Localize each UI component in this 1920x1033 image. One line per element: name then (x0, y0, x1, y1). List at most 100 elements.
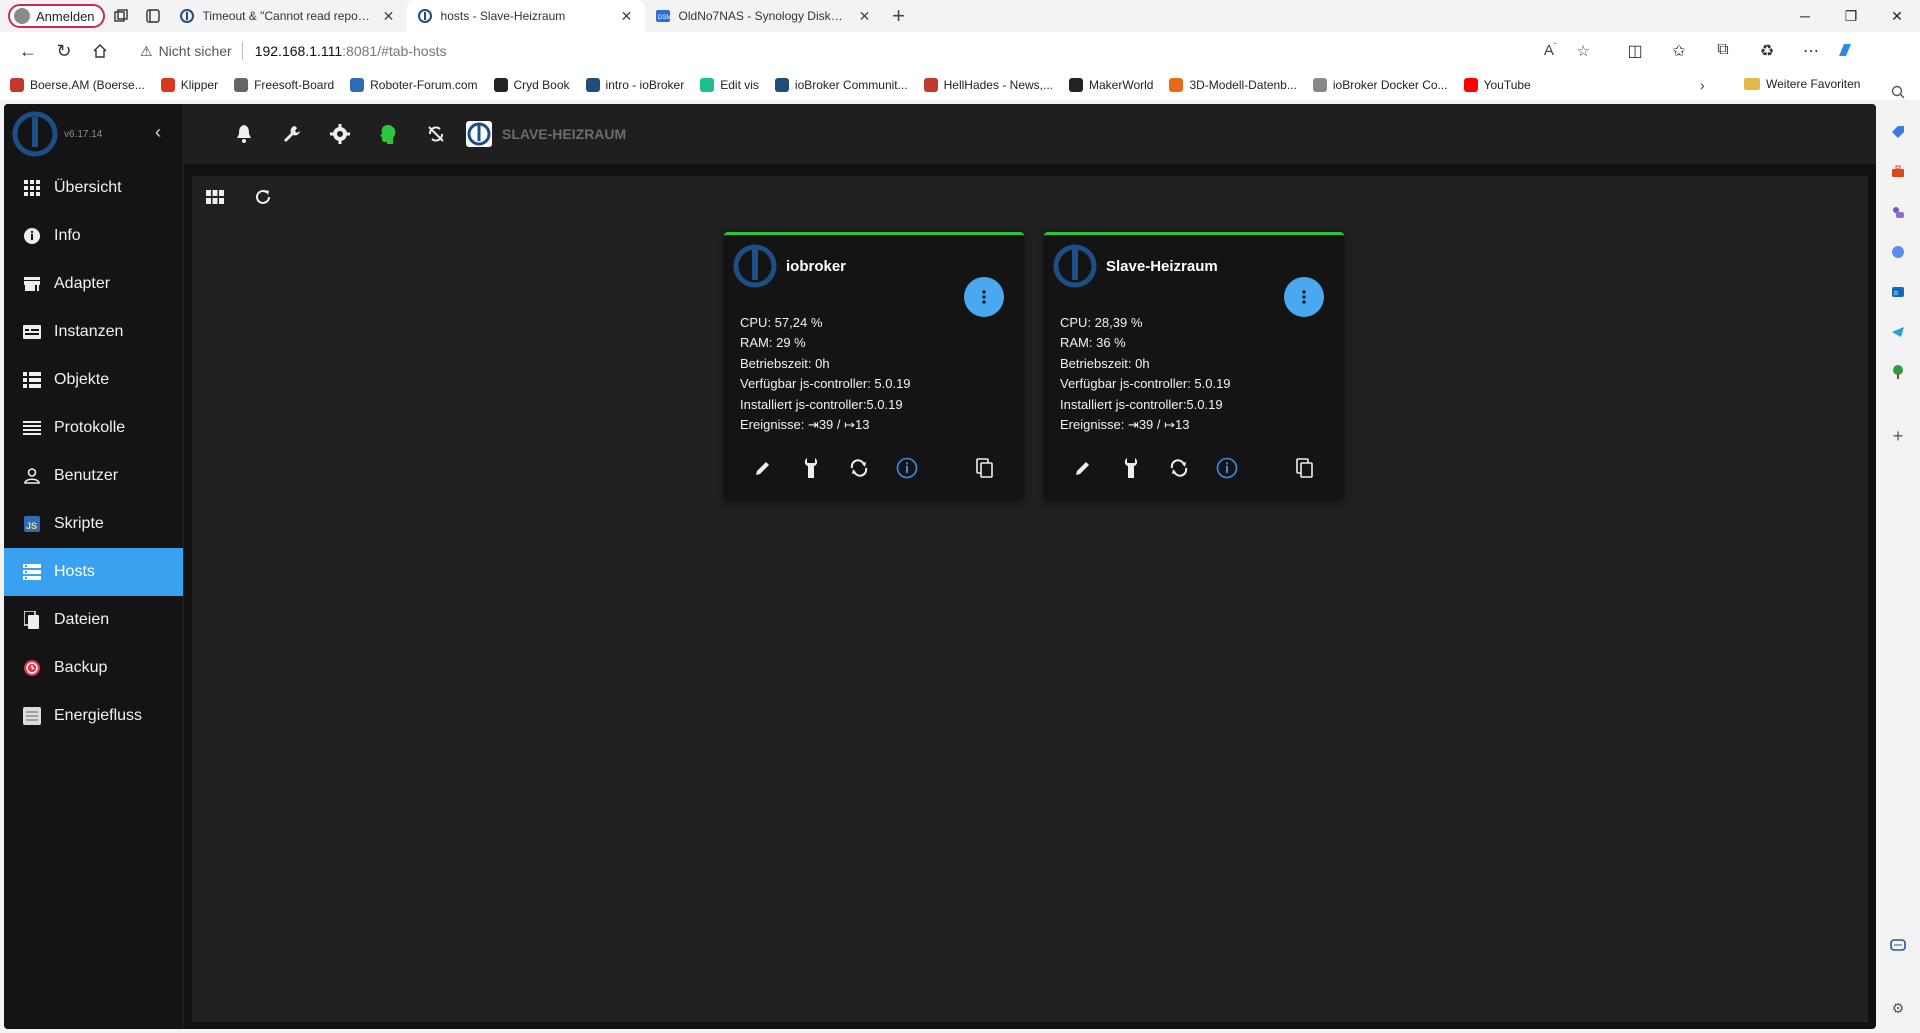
settings-gear-icon[interactable] (316, 110, 364, 158)
hosts-content: iobroker CPU: 57,24 % RAM: 29 % Betriebs… (192, 176, 1868, 1022)
bookmark-item[interactable]: Klipper (160, 78, 218, 92)
copy-icon[interactable] (1292, 455, 1318, 481)
browser-tab-1[interactable]: Timeout & "Cannot read repository" ✕ (169, 0, 407, 32)
split-screen-icon[interactable]: ◫ (1616, 41, 1654, 61)
address-input[interactable]: ⚠ Nicht sicher 192.168.1.111 :8081/#tab-… (130, 36, 1600, 66)
wrench-icon[interactable] (268, 110, 316, 158)
collapse-drawer-icon[interactable]: ‹ (155, 122, 161, 143)
profile-button[interactable]: Anmelden (8, 4, 105, 28)
bookmark-item[interactable]: ioBroker Docker Co... (1312, 78, 1448, 92)
close-tab-icon[interactable]: ✕ (857, 8, 873, 25)
bookmark-item[interactable]: Roboter-Forum.com (350, 78, 478, 92)
url-path: :8081/#tab-hosts (342, 43, 447, 59)
omnibox-actions: Aˇ ☆ (1544, 42, 1590, 60)
tag-icon[interactable] (1888, 122, 1908, 142)
favorites-icon[interactable]: ✩ (1660, 41, 1698, 61)
tree-icon[interactable] (1888, 362, 1908, 382)
bookmark-label: Boerse.AM (Boerse... (30, 78, 145, 92)
menu-item-adapter[interactable]: Adapter (4, 260, 183, 308)
favorite-star-icon[interactable]: ☆ (1577, 42, 1590, 60)
copy-icon[interactable] (972, 455, 998, 481)
menu-item-backup[interactable]: Backup (4, 644, 183, 692)
grid-view-icon[interactable] (200, 182, 230, 212)
copilot-app-icon[interactable] (1888, 242, 1908, 262)
menu-item-protokolle[interactable]: Protokolle (4, 404, 183, 452)
expert-mode-head-icon[interactable] (364, 110, 412, 158)
chevron-right-icon[interactable]: › (1700, 77, 1705, 93)
bookmark-item[interactable]: 3D-Modell-Datenb... (1169, 78, 1297, 92)
menu-label: Hosts (54, 563, 95, 580)
minimize-icon[interactable]: ─ (1782, 0, 1828, 32)
back-icon[interactable]: ← (10, 35, 46, 67)
other-favorites-folder[interactable]: Weitere Favoriten (1744, 77, 1860, 91)
workspaces-icon[interactable] (105, 2, 137, 30)
collections-icon[interactable]: ⧉ (1704, 41, 1742, 61)
telegram-icon[interactable] (1888, 322, 1908, 342)
restart-icon[interactable] (846, 455, 872, 481)
host-available-version: Verfügbar js-controller: 5.0.19 (1060, 376, 1231, 392)
bookmark-icon (1169, 78, 1184, 92)
bookmark-item[interactable]: ioBroker Communit... (774, 78, 908, 92)
bookmark-label: Roboter-Forum.com (370, 78, 478, 92)
refresh-icon[interactable] (248, 182, 278, 212)
edit-pencil-icon[interactable] (750, 455, 776, 481)
close-tab-icon[interactable]: ✕ (381, 8, 397, 25)
tab-actions-icon[interactable] (137, 2, 169, 30)
search-icon[interactable] (1888, 82, 1908, 102)
bookmark-item[interactable]: intro - ioBroker (585, 78, 684, 92)
menu-item-energiefluss[interactable]: Energiefluss (4, 692, 183, 740)
chat-icon[interactable] (1888, 936, 1908, 956)
browser-tab-2[interactable]: hosts - Slave-Heizraum ✕ (406, 0, 645, 32)
host-name: Slave-Heizraum (1106, 257, 1218, 275)
toolbox-icon[interactable] (1888, 162, 1908, 182)
bookmarks-bar: Boerse.AM (Boerse... Klipper Freesoft-Bo… (0, 70, 1920, 100)
bookmark-item[interactable]: Boerse.AM (Boerse... (10, 78, 145, 92)
edit-pencil-icon[interactable] (1070, 455, 1096, 481)
menu-item-info[interactable]: Info (4, 212, 183, 260)
menu-label: Dateien (54, 611, 110, 628)
extensions-icon[interactable]: ♻ (1748, 41, 1786, 61)
host-menu-button[interactable] (1284, 277, 1324, 317)
not-secure-label[interactable]: Nicht sicher (159, 43, 232, 59)
read-aloud-icon[interactable]: Aˇ (1544, 42, 1557, 60)
menu-item-instanzen[interactable]: Instanzen (4, 308, 183, 356)
notifications-bell-icon[interactable] (220, 110, 268, 158)
bookmark-item[interactable]: Freesoft-Board (234, 78, 334, 92)
restart-icon[interactable] (1166, 455, 1192, 481)
bookmark-item[interactable]: MakerWorld (1069, 78, 1153, 92)
bookmark-item[interactable]: Edit vis (700, 78, 759, 92)
new-tab-icon[interactable]: + (883, 3, 915, 29)
copilot-icon[interactable] (1836, 41, 1874, 61)
bookmark-item[interactable]: Cryd Book (493, 78, 570, 92)
info-outline-icon[interactable] (894, 455, 920, 481)
menu-item-uebersicht[interactable]: Übersicht (4, 164, 183, 212)
menu-item-dateien[interactable]: Dateien (4, 596, 183, 644)
bookmark-item[interactable]: HellHades - News,... (923, 78, 1053, 92)
menu-item-objekte[interactable]: Objekte (4, 356, 183, 404)
add-sidebar-app-icon[interactable]: + (1888, 426, 1908, 446)
wrench-icon[interactable] (798, 455, 824, 481)
home-icon[interactable] (82, 35, 118, 67)
info-outline-icon[interactable] (1214, 455, 1240, 481)
menu-item-skripte[interactable]: JS Skripte (4, 500, 183, 548)
bookmark-icon (350, 78, 365, 92)
settings-gear-icon[interactable]: ⚙ (1888, 998, 1908, 1018)
warning-icon[interactable]: ⚠ (140, 43, 153, 60)
menu-item-benutzer[interactable]: Benutzer (4, 452, 183, 500)
wrench-icon[interactable] (1118, 455, 1144, 481)
reload-icon[interactable]: ↻ (46, 35, 82, 67)
bookmark-item[interactable]: YouTube (1463, 78, 1531, 92)
iobroker-forum-icon (179, 8, 195, 24)
more-menu-icon[interactable]: ⋯ (1792, 41, 1830, 61)
restore-icon[interactable]: ❐ (1828, 0, 1874, 32)
list-icon (22, 370, 42, 390)
browser-tab-3[interactable]: DSM OldNo7NAS - Synology DiskStation ✕ (645, 0, 883, 32)
outlook-icon[interactable]: o (1888, 282, 1908, 302)
browser-tab-bar: Anmelden Timeout & "Cannot read reposito… (0, 0, 1920, 32)
close-window-icon[interactable]: ✕ (1874, 0, 1920, 32)
sync-disabled-icon[interactable] (412, 110, 460, 158)
menu-item-hosts[interactable]: Hosts (4, 548, 183, 596)
host-menu-button[interactable] (964, 277, 1004, 317)
games-icon[interactable] (1888, 202, 1908, 222)
close-tab-icon[interactable]: ✕ (619, 8, 635, 25)
